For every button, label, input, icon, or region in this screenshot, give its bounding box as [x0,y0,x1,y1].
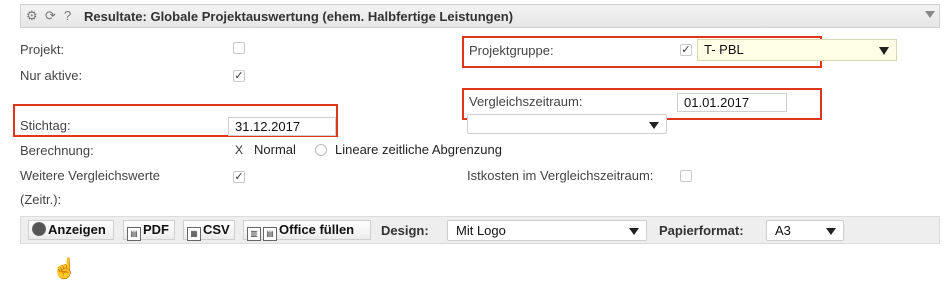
berechnung-linear-radio[interactable] [315,144,327,156]
stichtag-label: Stichtag: [20,118,71,133]
berechnung-normal-radio[interactable]: X [233,144,245,156]
collapse-arrow-icon[interactable] [925,11,935,18]
pdf-button[interactable]: ▤ PDF [123,220,175,241]
refresh-icon[interactable]: ⟳ [45,8,56,24]
berechnung-linear-label: Lineare zeitliche Abgrenzung [335,142,502,157]
weitere-vergleichswerte-checkbox[interactable]: ✓ [233,171,245,183]
vergleichszeitraum-input[interactable]: 01.01.2017 [677,93,787,112]
stichtag-input[interactable]: 31.12.2017 [228,117,336,136]
csv-icon: ▦ [187,227,201,241]
pdf-icon: ▤ [127,227,141,241]
help-icon[interactable]: ? [64,8,71,24]
design-value: Mit Logo [456,223,506,238]
weitere-vergleichswerte-label: Weitere Vergleichswerte [20,168,160,183]
chevron-down-icon[interactable] [826,228,836,235]
gear-icon[interactable]: ⚙ [26,8,38,24]
papierformat-label: Papierformat: [659,223,744,238]
projektgruppe-label: Projektgruppe: [469,43,554,58]
design-label: Design: [381,223,429,238]
anzeigen-label: Anzeigen [48,222,106,237]
chevron-down-icon[interactable] [879,47,889,55]
vergleichszeitraum-select[interactable] [467,114,667,134]
action-toolbar: Anzeigen ▤ PDF ▦ CSV ▥ ▤ Office füllen Desig… [20,216,940,244]
weitere-vergleichswerte-label-2: (Zeitr.): [20,192,62,207]
office-label: Office füllen [279,222,355,237]
istkosten-label: Istkosten im Vergleichszeitraum: [467,168,654,183]
istkosten-checkbox[interactable] [680,170,692,182]
anzeigen-button[interactable]: Anzeigen [28,220,114,240]
csv-label: CSV [203,222,230,237]
projektgruppe-value: T- PBL [704,42,744,57]
panel-title: Resultate: Globale Projektauswertung (eh… [84,9,514,24]
berechnung-label: Berechnung: [20,143,94,158]
pdf-label: PDF [143,222,169,237]
csv-button[interactable]: ▦ CSV [183,220,235,241]
panel-header: ⚙ ⟳ ? Resultate: Globale Projektauswertu… [20,4,940,28]
papierformat-select[interactable]: A3 [766,220,844,241]
chevron-down-icon[interactable] [629,228,639,235]
nur-aktive-checkbox[interactable]: ✓ [233,70,245,82]
papierformat-value: A3 [775,223,791,238]
office-doc-icon: ▤ [263,227,277,241]
chevron-down-icon[interactable] [649,122,659,129]
berechnung-normal-label: Normal [254,142,296,157]
display-icon [32,222,46,236]
projekt-checkbox[interactable] [233,42,245,54]
projektgruppe-checkbox[interactable]: ✓ [680,44,692,56]
office-icon: ▥ [247,227,261,241]
vergleichszeitraum-label: Vergleichszeitraum: [469,94,583,109]
office-fuellen-button[interactable]: ▥ ▤ Office füllen [243,220,371,241]
projekt-label: Projekt: [20,42,65,57]
design-select[interactable]: Mit Logo [447,220,647,241]
nur-aktive-label: Nur aktive: [20,68,83,83]
projektgruppe-select[interactable]: T- PBL [697,39,897,61]
hand-pointer-icon: ☝ [52,258,77,280]
